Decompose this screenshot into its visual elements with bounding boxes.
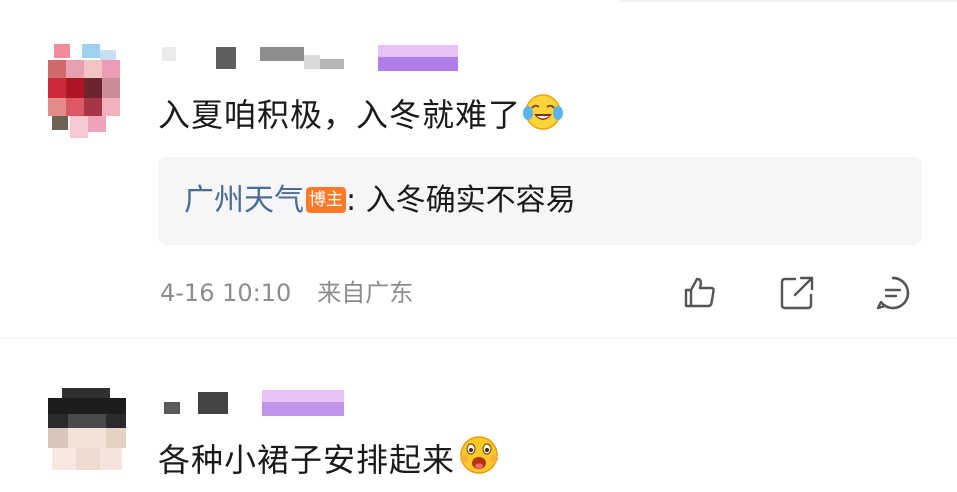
comment-location: 来自广东 bbox=[317, 279, 414, 307]
reply-text: 入冬确实不容易 bbox=[365, 183, 576, 218]
comment-text: 各种小裙子安排起来 bbox=[158, 433, 501, 480]
comment-text: 入夏咱积极，入冬就难了 bbox=[158, 92, 564, 135]
comment-text-content: 各种小裙子安排起来 bbox=[158, 441, 456, 479]
comment-timestamp: 4-16 10:10 bbox=[160, 279, 292, 307]
reply-line: 广州天气 博主: 入冬确实不容易 bbox=[184, 181, 576, 221]
reply-button[interactable] bbox=[873, 273, 913, 313]
share-button[interactable] bbox=[777, 273, 817, 313]
reply-author-link[interactable]: 广州天气 bbox=[184, 183, 304, 218]
excited-grin-emoji bbox=[460, 436, 499, 474]
divider bbox=[620, 0, 957, 2]
laugh-cry-emoji bbox=[523, 94, 564, 130]
comment-meta: 4-16 10:10 来自广东 bbox=[160, 277, 413, 309]
avatar[interactable] bbox=[48, 388, 126, 484]
author-badge: 博主 bbox=[306, 187, 346, 213]
comment-text-content: 入夏咱积极，入冬就难了 bbox=[158, 96, 522, 134]
author-reply[interactable]: 广州天气 博主: 入冬确实不容易 bbox=[158, 157, 922, 245]
comment-icon bbox=[876, 276, 910, 310]
like-icon bbox=[684, 277, 715, 308]
comment-feed: 入夏咱积极，入冬就难了 广州天气 博主: 入冬确实不容易 4-16 10:10 来自… bbox=[0, 0, 957, 492]
share-icon bbox=[780, 276, 814, 310]
divider bbox=[0, 338, 957, 339]
reply-separator: : bbox=[346, 183, 366, 218]
username-blurred[interactable] bbox=[160, 390, 350, 416]
username-blurred[interactable] bbox=[160, 45, 460, 71]
like-button[interactable] bbox=[680, 273, 720, 313]
avatar[interactable] bbox=[48, 44, 126, 140]
